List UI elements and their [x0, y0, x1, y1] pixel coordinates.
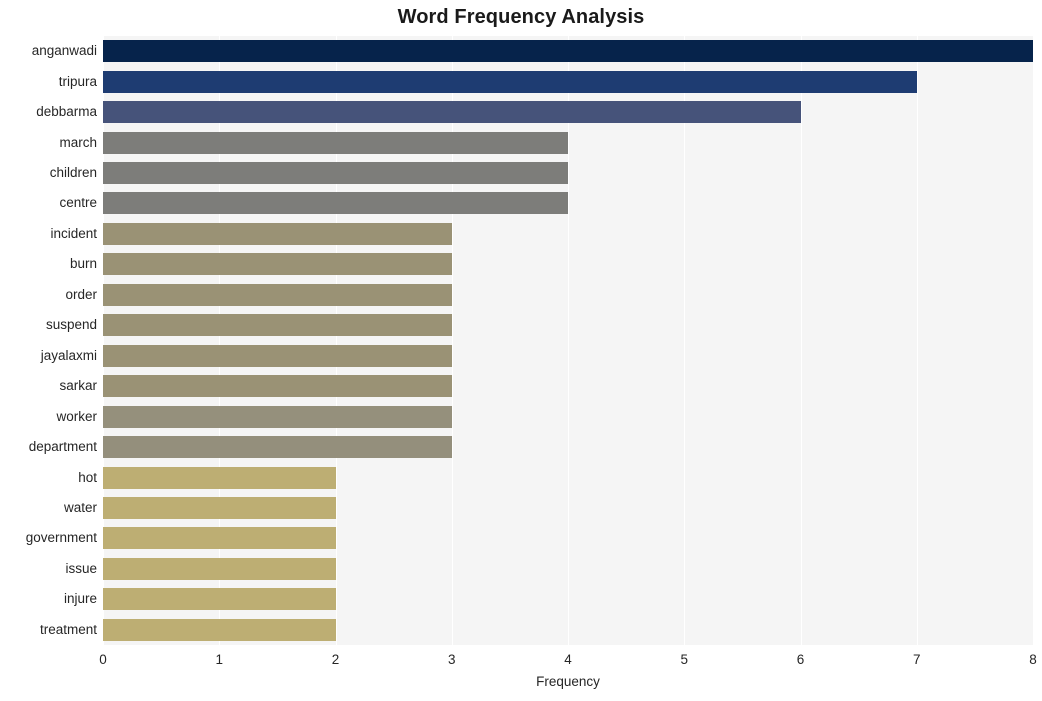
word-frequency-chart: Word Frequency Analysis anganwadi tripura… [0, 0, 1042, 701]
x-tick-label: 0 [99, 652, 107, 667]
x-tick-label: 8 [1029, 652, 1037, 667]
x-tick-label: 2 [331, 652, 340, 667]
x-tick-label: 4 [564, 652, 572, 667]
x-axis-title: Frequency [536, 674, 600, 689]
x-tick-label: 7 [912, 652, 921, 667]
x-tick-label: 3 [447, 652, 456, 667]
x-tick-label: 5 [680, 652, 688, 667]
x-axis-tick-labels: 0 1 2 3 4 5 6 7 8 [0, 0, 1042, 701]
x-tick-label: 1 [215, 652, 223, 667]
x-tick-label: 6 [796, 652, 805, 667]
